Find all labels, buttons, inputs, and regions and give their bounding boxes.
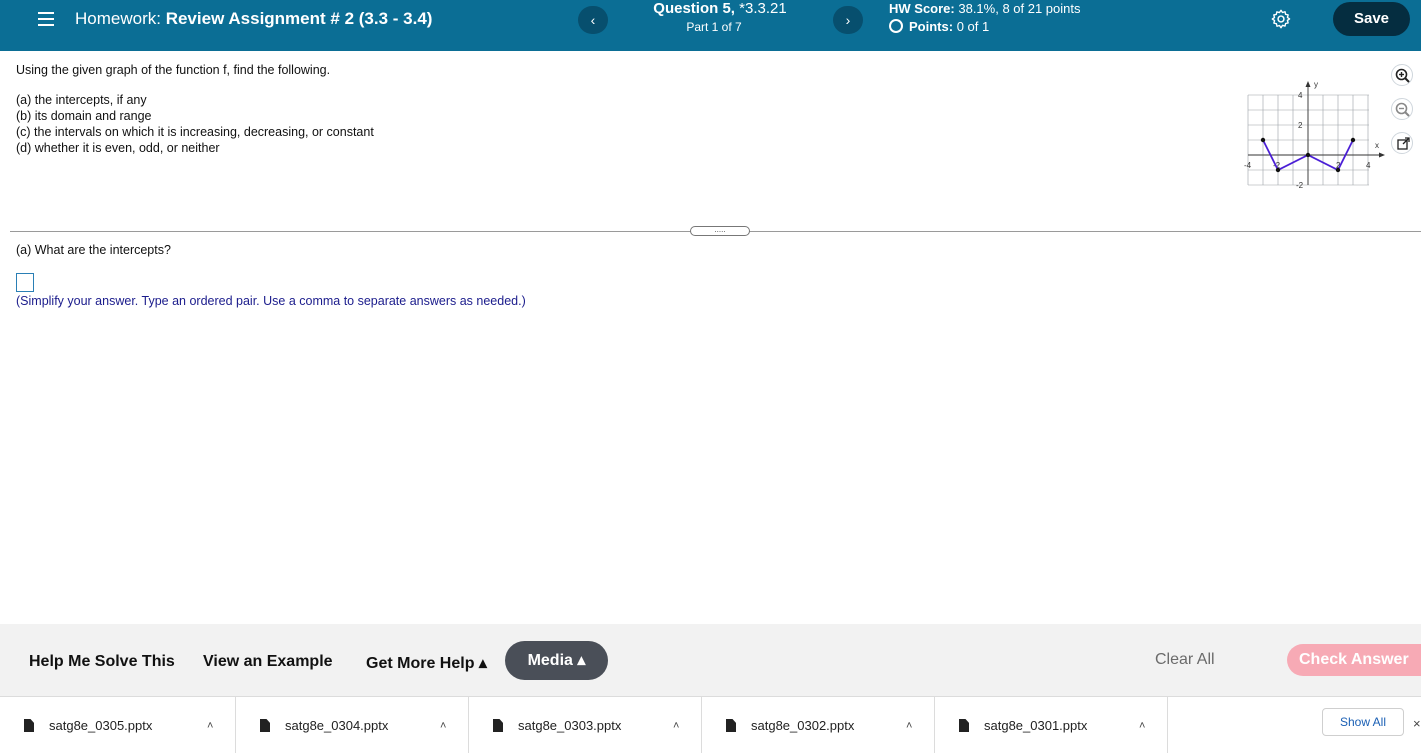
x-axis-label: x bbox=[1375, 141, 1379, 150]
media-button[interactable]: Media ▴ bbox=[505, 641, 608, 680]
x-tick-label: 4 bbox=[1366, 161, 1371, 170]
homework-title: Homework: Review Assignment # 2 (3.3 - 3… bbox=[75, 9, 432, 29]
question-parts-list: (a) the intercepts, if any (b) its domai… bbox=[16, 92, 374, 156]
downloads-bar: satg8e_0305.pptx ˄ satg8e_0304.pptx ˄ sa… bbox=[0, 696, 1421, 753]
file-icon bbox=[260, 719, 270, 732]
question-label: Question 5, bbox=[653, 0, 735, 17]
chevron-up-icon[interactable]: ˄ bbox=[207, 720, 213, 732]
question-ref: *3.3.21 bbox=[739, 0, 787, 17]
zoom-in-icon[interactable] bbox=[1391, 64, 1413, 86]
y-axis-label: y bbox=[1314, 80, 1318, 89]
homework-name: Review Assignment # 2 (3.3 - 3.4) bbox=[165, 9, 433, 28]
subquestion-text: (a) What are the intercepts? bbox=[16, 243, 171, 257]
download-item[interactable]: satg8e_0301.pptx ˄ bbox=[935, 697, 1168, 753]
homework-prefix: Homework: bbox=[75, 9, 161, 28]
save-button[interactable]: Save bbox=[1333, 2, 1410, 36]
view-example-button[interactable]: View an Example bbox=[203, 653, 333, 671]
function-graph: x y -4 -2 2 4 4 2 -2 bbox=[1244, 80, 1385, 190]
help-bar: Help Me Solve This View an Example Get M… bbox=[0, 624, 1421, 696]
hw-score: HW Score: 38.1%, 8 of 21 points bbox=[889, 1, 1081, 16]
file-icon bbox=[493, 719, 503, 732]
y-tick-label: 2 bbox=[1298, 121, 1303, 130]
check-answer-button[interactable]: Check Answer bbox=[1287, 644, 1421, 676]
download-filename: satg8e_0305.pptx bbox=[49, 718, 153, 733]
y-axis-arrow-icon bbox=[1305, 81, 1311, 87]
download-item[interactable]: satg8e_0303.pptx ˄ bbox=[469, 697, 702, 753]
gear-icon[interactable] bbox=[1270, 8, 1292, 30]
download-filename: satg8e_0302.pptx bbox=[751, 718, 855, 733]
chevron-up-icon[interactable]: ˄ bbox=[673, 720, 679, 732]
open-external-icon[interactable] bbox=[1391, 132, 1413, 154]
download-item[interactable]: satg8e_0305.pptx ˄ bbox=[0, 697, 236, 753]
previous-question-button[interactable]: ‹ bbox=[578, 6, 608, 34]
answer-input[interactable] bbox=[16, 273, 34, 292]
question-part-item: (c) the intervals on which it is increas… bbox=[16, 125, 374, 139]
answer-hint: (Simplify your answer. Type an ordered p… bbox=[16, 294, 526, 308]
hw-score-value: 38.1%, 8 of 21 points bbox=[958, 1, 1081, 16]
question-part-item: (d) whether it is even, odd, or neither bbox=[16, 141, 220, 155]
points-circle-icon bbox=[889, 19, 903, 33]
points: Points: 0 of 1 bbox=[889, 19, 989, 34]
file-icon bbox=[959, 719, 969, 732]
question-part-item: (b) its domain and range bbox=[16, 109, 152, 123]
x-axis-arrow-icon bbox=[1379, 152, 1385, 158]
download-filename: satg8e_0304.pptx bbox=[285, 718, 389, 733]
top-bar: Homework: Review Assignment # 2 (3.3 - 3… bbox=[0, 0, 1421, 51]
y-tick-label: 4 bbox=[1298, 91, 1303, 100]
question-part-item: (a) the intercepts, if any bbox=[16, 93, 147, 107]
show-all-downloads-button[interactable]: Show All bbox=[1322, 708, 1404, 736]
download-item[interactable]: satg8e_0304.pptx ˄ bbox=[236, 697, 469, 753]
help-me-solve-button[interactable]: Help Me Solve This bbox=[29, 653, 175, 671]
next-question-button[interactable]: › bbox=[833, 6, 863, 34]
graph-point bbox=[1350, 137, 1356, 143]
question-prompt: Using the given graph of the function f,… bbox=[16, 63, 331, 77]
divider-handle[interactable]: ..... bbox=[690, 226, 750, 236]
graph-point bbox=[1305, 152, 1311, 158]
points-value: 0 of 1 bbox=[956, 19, 990, 34]
get-more-help-button[interactable]: Get More Help ▴ bbox=[366, 653, 487, 673]
download-item[interactable]: satg8e_0302.pptx ˄ bbox=[702, 697, 935, 753]
chevron-up-icon[interactable]: ˄ bbox=[906, 720, 912, 732]
download-filename: satg8e_0301.pptx bbox=[984, 718, 1088, 733]
graph-point bbox=[1275, 167, 1281, 173]
file-icon bbox=[726, 719, 736, 732]
question-title: Question 5, *3.3.21 bbox=[620, 0, 820, 17]
chevron-up-icon[interactable]: ˄ bbox=[1139, 720, 1145, 732]
file-icon bbox=[24, 719, 34, 732]
chevron-up-icon[interactable]: ˄ bbox=[440, 720, 446, 732]
y-tick-label: -2 bbox=[1296, 181, 1304, 190]
graph-point bbox=[1260, 137, 1266, 143]
hw-score-label: HW Score: bbox=[889, 1, 955, 16]
question-part: Part 1 of 7 bbox=[686, 20, 742, 34]
x-tick-label: -4 bbox=[1244, 161, 1252, 170]
points-label: Points: bbox=[909, 19, 954, 34]
hamburger-menu-icon[interactable] bbox=[38, 12, 54, 26]
download-filename: satg8e_0303.pptx bbox=[518, 718, 622, 733]
graph-point bbox=[1335, 167, 1341, 173]
zoom-out-icon[interactable] bbox=[1391, 98, 1413, 120]
close-icon[interactable]: × bbox=[1413, 716, 1421, 731]
clear-all-button[interactable]: Clear All bbox=[1155, 651, 1215, 669]
